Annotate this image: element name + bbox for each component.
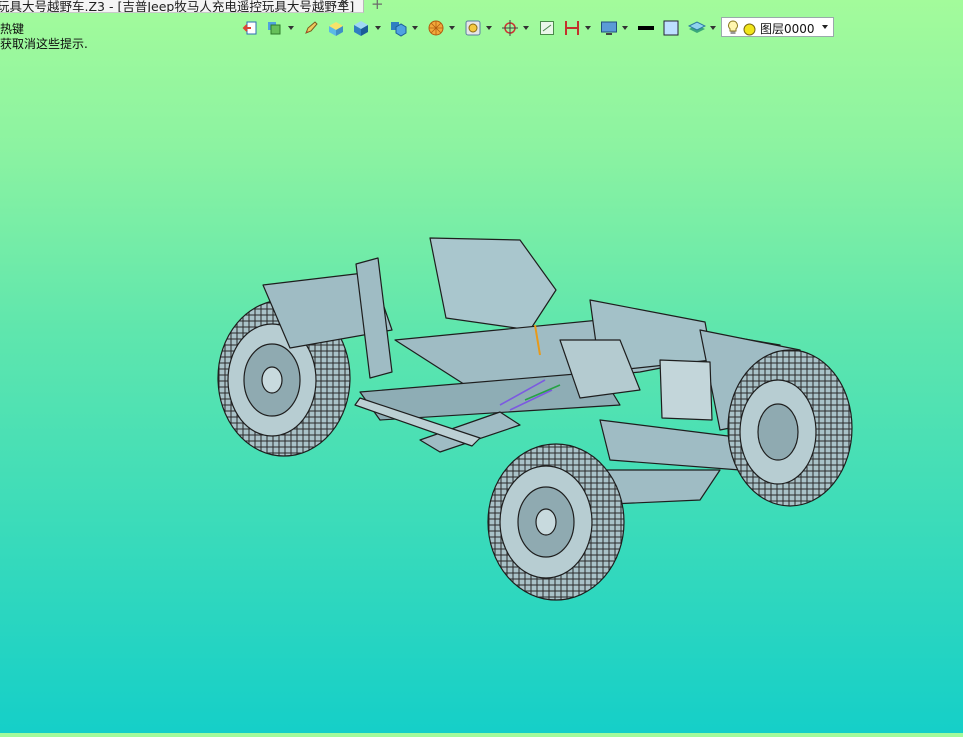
fit-window-icon[interactable]: [537, 18, 557, 38]
layers-dropdown-icon[interactable]: [710, 26, 716, 30]
jeep-rc-chassis-model: [217, 237, 853, 601]
crosshair-dropdown-icon[interactable]: [523, 26, 529, 30]
multi-cube-dropdown-icon[interactable]: [412, 26, 418, 30]
document-tab-title: 玩具大号越野车.Z3 - [吉普Jeep牧马人充电遥控玩具大号越野车]: [0, 0, 355, 13]
sphere-render-icon[interactable]: [426, 18, 446, 38]
lightbulb-icon[interactable]: [727, 20, 739, 39]
monitor-dropdown-icon[interactable]: [622, 26, 628, 30]
layer-select[interactable]: 图层0000: [721, 17, 834, 37]
wheel-front-left: [487, 443, 625, 601]
close-tab-icon[interactable]: ✕: [339, 0, 350, 11]
toolbar: 图层0000: [238, 16, 838, 40]
layer-select-value: 图层0000: [760, 22, 815, 36]
measure-icon[interactable]: [562, 18, 582, 38]
document-tab[interactable]: 玩具大号越野车.Z3 - [吉普Jeep牧马人充电遥控玩具大号越野车] ✕: [0, 0, 364, 13]
pencil-icon[interactable]: [301, 18, 321, 38]
chevron-down-icon[interactable]: [822, 25, 828, 29]
tab-strip: 玩具大号越野车.Z3 - [吉普Jeep牧马人充电遥控玩具大号越野车] ✕ +: [0, 0, 963, 13]
view-dropdown-icon[interactable]: [486, 26, 492, 30]
cube-icon[interactable]: [351, 18, 371, 38]
monitor-icon[interactable]: [599, 18, 619, 38]
fill-color-icon[interactable]: [661, 18, 681, 38]
layers-icon[interactable]: [687, 18, 707, 38]
measure-dropdown-icon[interactable]: [585, 26, 591, 30]
multi-cube-icon[interactable]: [388, 18, 408, 38]
new-tab-icon[interactable]: +: [371, 0, 384, 13]
box-shade-icon[interactable]: [326, 18, 346, 38]
line-color-icon[interactable]: [636, 18, 656, 38]
cube-dropdown-icon[interactable]: [375, 26, 381, 30]
exit-icon[interactable]: [240, 18, 260, 38]
wheel-rear-right: [727, 349, 853, 507]
view-icon[interactable]: [463, 18, 483, 38]
sphere-render-dropdown-icon[interactable]: [449, 26, 455, 30]
layer-manager-icon[interactable]: [264, 18, 284, 38]
crosshair-icon[interactable]: [500, 18, 520, 38]
3d-viewport[interactable]: [0, 40, 963, 733]
layer-manager-dropdown-icon[interactable]: [288, 26, 294, 30]
layer-color-icon: [743, 21, 756, 40]
